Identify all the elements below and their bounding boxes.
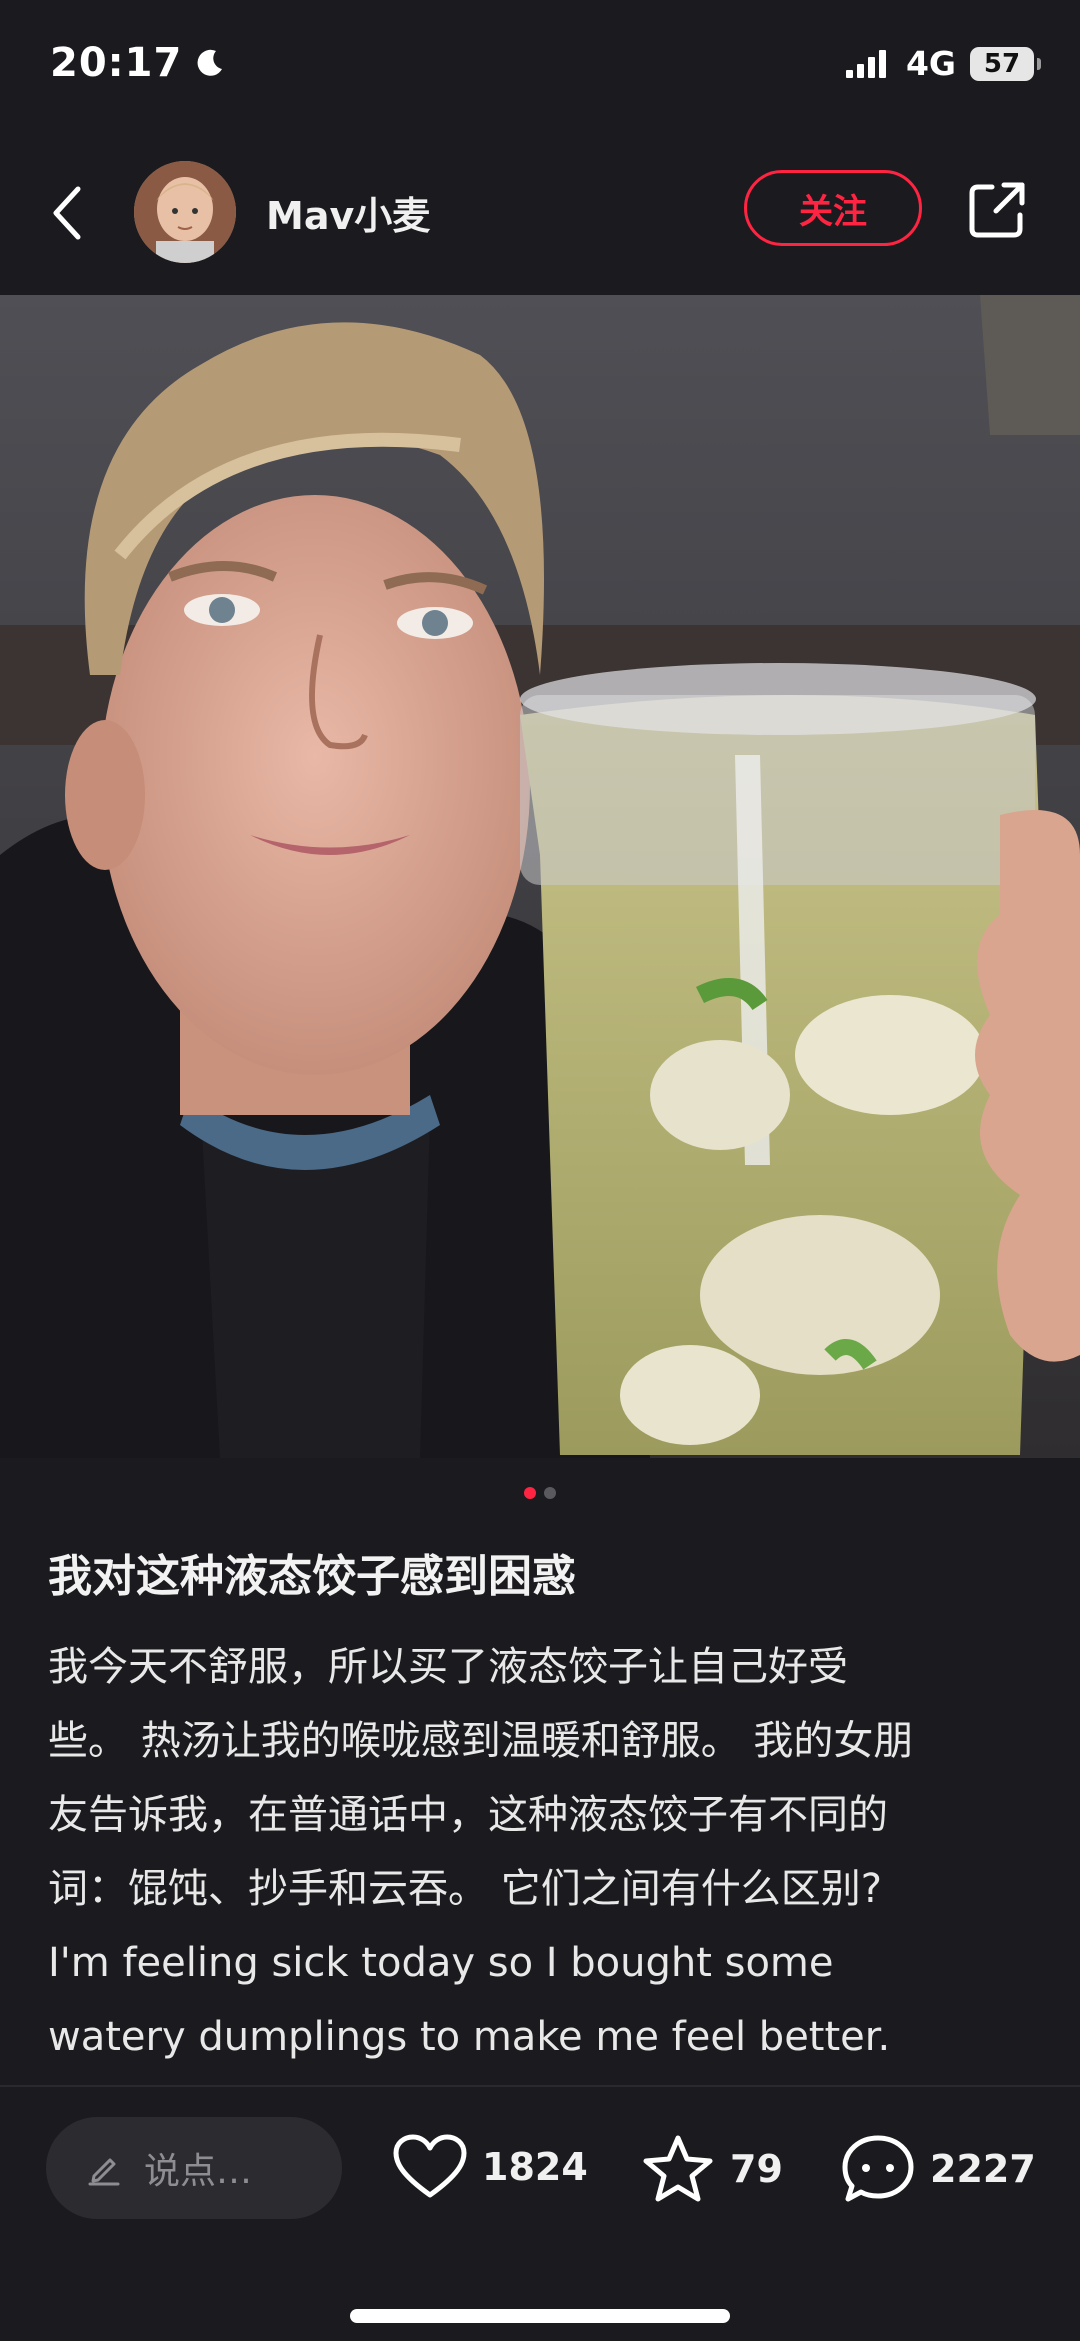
status-indicators: 4G 57 — [844, 44, 1041, 83]
post-body: 我今天不舒服，所以买了液态饺子让自己好受 些。 热汤让我的喉咙感到温暖和舒服。 … — [48, 1630, 1038, 2074]
bottom-action-bar: 说点… 1824 79 2227 — [0, 2085, 1080, 2341]
post-image[interactable] — [0, 295, 1080, 1458]
signal-icon — [845, 49, 886, 78]
post-title: 我对这种液态饺子感到困惑 — [48, 1551, 576, 1602]
battery-level: 57 — [983, 48, 1021, 79]
star-icon — [643, 2135, 713, 2202]
pen-icon — [88, 2158, 120, 2186]
favorite-count: 79 — [730, 2147, 783, 2191]
favorite-button[interactable]: 79 — [640, 2133, 783, 2205]
comment-input[interactable]: 说点… — [46, 2117, 342, 2219]
status-time: 20:17 — [50, 40, 226, 86]
share-icon[interactable] — [966, 179, 1028, 241]
follow-button[interactable]: 关注 — [744, 170, 922, 246]
post-header: Mav小麦 关注 — [0, 155, 1080, 270]
moon-icon — [197, 49, 223, 76]
network-type: 4G — [905, 44, 956, 83]
image-pager — [0, 1487, 1080, 1499]
pager-dot — [544, 1487, 556, 1499]
post-body-line: watery dumplings to make me feel better. — [48, 2014, 891, 2060]
status-bar: 20:17 4G 57 — [0, 0, 1080, 135]
status-time-text: 20:17 — [50, 40, 183, 86]
post-body-line: 些。 热汤让我的喉咙感到温暖和舒服。 我的女朋 — [48, 1718, 914, 1764]
heart-icon — [393, 2134, 467, 2198]
comment-bubble-icon — [842, 2135, 914, 2202]
post-body-line: 友告诉我，在普通话中，这种液态饺子有不同的 — [48, 1792, 888, 1838]
author-name[interactable]: Mav小麦 — [266, 185, 430, 240]
avatar-image — [134, 161, 236, 263]
comment-button[interactable]: 2227 — [840, 2133, 1036, 2205]
post-body-line: 词：馄饨、抄手和云吞。 它们之间有什么区别? — [48, 1866, 882, 1912]
post-body-line: I'm feeling sick today so I bought some — [48, 1940, 834, 1986]
like-count: 1824 — [482, 2145, 588, 2189]
author-avatar[interactable] — [134, 161, 236, 263]
like-button[interactable]: 1824 — [392, 2133, 588, 2201]
home-indicator[interactable] — [350, 2309, 730, 2323]
comment-count: 2227 — [930, 2147, 1036, 2191]
pager-dot-active — [524, 1487, 536, 1499]
battery-icon: 57 — [970, 46, 1041, 81]
post-body-line: 我今天不舒服，所以买了液态饺子让自己好受 — [48, 1644, 848, 1690]
post-photo — [0, 295, 1080, 1458]
comment-placeholder: 说点… — [144, 2151, 253, 2192]
back-icon[interactable] — [48, 183, 84, 243]
